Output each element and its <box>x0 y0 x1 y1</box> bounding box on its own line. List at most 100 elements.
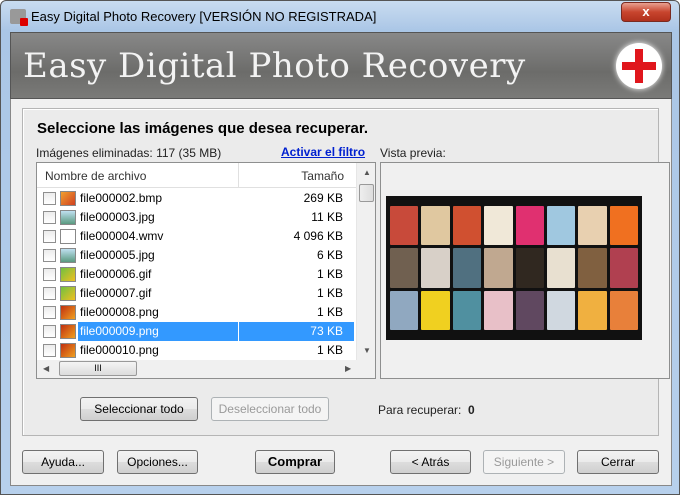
back-button[interactable]: < Atrás <box>390 450 471 474</box>
album-thumbnail <box>484 206 513 246</box>
gif-file-icon <box>60 267 76 282</box>
album-thumbnail <box>484 290 513 330</box>
album-thumbnail <box>546 248 576 288</box>
file-name: file000004.wmv <box>80 229 164 243</box>
album-thumbnail <box>546 290 576 330</box>
help-button[interactable]: Ayuda... <box>22 450 104 474</box>
to-recover-count: 0 <box>468 403 475 417</box>
album-thumbnail <box>484 248 513 288</box>
scroll-down-icon[interactable]: ▼ <box>363 346 371 355</box>
wmv-file-icon <box>60 229 76 244</box>
file-checkbox[interactable] <box>43 249 56 262</box>
album-thumbnail <box>609 206 638 246</box>
activate-filter-link[interactable]: Activar el filtro <box>281 145 365 159</box>
options-button[interactable]: Opciones... <box>117 450 198 474</box>
bmp-file-icon <box>60 191 76 206</box>
file-name: file000005.jpg <box>80 248 155 262</box>
file-row[interactable]: file000007.gif 1 KB <box>37 284 356 303</box>
file-size: 269 KB <box>303 191 343 205</box>
album-thumbnail <box>515 206 544 246</box>
file-row[interactable]: file000005.jpg 6 KB <box>37 246 356 265</box>
album-thumbnail <box>421 206 450 246</box>
png-file-icon <box>60 343 76 358</box>
close-button[interactable]: Cerrar <box>577 450 659 474</box>
horizontal-scrollbar[interactable]: ◀ III ▶ <box>37 360 356 378</box>
red-cross-logo-icon <box>616 43 662 89</box>
file-size: 4 096 KB <box>293 229 343 243</box>
file-size: 1 KB <box>316 267 343 281</box>
album-thumbnail <box>578 206 607 246</box>
file-checkbox[interactable] <box>43 287 56 300</box>
file-size: 6 KB <box>316 248 343 262</box>
file-checkbox[interactable] <box>43 192 56 205</box>
album-thumbnail <box>515 248 544 288</box>
column-header-name[interactable]: Nombre de archivo <box>45 169 146 183</box>
album-thumbnail <box>609 248 638 288</box>
file-row[interactable]: file000009.png 73 KB <box>37 322 356 341</box>
close-window-button[interactable]: x <box>621 2 671 22</box>
file-checkbox[interactable] <box>43 211 56 224</box>
file-name: file000003.jpg <box>80 210 155 224</box>
album-thumbnail <box>452 206 482 246</box>
file-checkbox[interactable] <box>43 230 56 243</box>
window-title: Easy Digital Photo Recovery [VERSIÓN NO … <box>31 9 377 24</box>
album-thumbnail <box>421 248 450 288</box>
album-thumbnail <box>609 290 638 330</box>
buy-button[interactable]: Comprar <box>255 450 335 474</box>
deleted-images-count: Imágenes eliminadas: 117 (35 MB) <box>36 146 222 160</box>
file-row[interactable]: file000008.png 1 KB <box>37 303 356 322</box>
horizontal-scroll-thumb[interactable]: III <box>59 361 137 376</box>
album-thumbnail <box>578 248 607 288</box>
preview-label: Vista previa: <box>380 146 446 160</box>
album-thumbnail <box>421 290 450 330</box>
vertical-scrollbar[interactable]: ▲ ▼ <box>356 163 375 360</box>
deselect-all-button[interactable]: Deseleccionar todo <box>211 397 329 421</box>
file-name: file000006.gif <box>80 267 152 281</box>
file-checkbox[interactable] <box>43 344 56 357</box>
scroll-right-icon[interactable]: ▶ <box>345 364 351 373</box>
column-header-size[interactable]: Tamaño <box>301 169 344 183</box>
file-row[interactable]: file000003.jpg 11 KB <box>37 208 356 227</box>
file-name: file000002.bmp <box>80 191 163 205</box>
scroll-left-icon[interactable]: ◀ <box>43 364 49 373</box>
file-row[interactable]: file000004.wmv 4 096 KB <box>37 227 356 246</box>
file-checkbox[interactable] <box>43 306 56 319</box>
album-thumbnail <box>452 290 482 330</box>
jpg-file-icon <box>60 210 76 225</box>
file-name: file000008.png <box>80 305 159 319</box>
file-row[interactable]: file000002.bmp 269 KB <box>37 189 356 208</box>
file-size: 1 KB <box>316 305 343 319</box>
file-checkbox[interactable] <box>43 325 56 338</box>
preview-pane <box>380 162 670 379</box>
file-name: file000007.gif <box>80 286 152 300</box>
album-thumbnail <box>452 248 482 288</box>
file-size: 1 KB <box>316 286 343 300</box>
album-thumbnail <box>515 290 544 330</box>
file-row[interactable]: file000010.png 1 KB <box>37 341 356 360</box>
file-size: 11 KB <box>311 210 343 224</box>
file-list[interactable]: Nombre de archivo Tamaño file000002.bmp … <box>36 162 376 379</box>
scroll-thumb[interactable] <box>359 184 374 202</box>
banner-title: Easy Digital Photo Recovery <box>23 46 526 86</box>
scroll-up-icon[interactable]: ▲ <box>363 168 371 177</box>
file-size: 1 KB <box>316 343 343 357</box>
file-size: 73 KB <box>239 322 354 341</box>
png-file-icon <box>60 305 76 320</box>
banner: Easy Digital Photo Recovery <box>10 32 672 99</box>
file-checkbox[interactable] <box>43 268 56 281</box>
select-all-button[interactable]: Seleccionar todo <box>80 397 198 421</box>
png-file-icon <box>60 324 76 339</box>
album-thumbnail <box>390 206 419 246</box>
gif-file-icon <box>60 286 76 301</box>
to-recover-label: Para recuperar: <box>378 403 462 417</box>
album-thumbnail <box>546 206 576 246</box>
jpg-file-icon <box>60 248 76 263</box>
next-button[interactable]: Siguiente > <box>483 450 565 474</box>
list-header: Nombre de archivo Tamaño <box>37 163 356 188</box>
file-name: file000010.png <box>80 343 159 357</box>
preview-image <box>386 196 642 340</box>
album-thumbnail <box>578 290 607 330</box>
app-icon <box>10 9 28 26</box>
file-row[interactable]: file000006.gif 1 KB <box>37 265 356 284</box>
page-heading: Seleccione las imágenes que desea recupe… <box>37 120 369 137</box>
